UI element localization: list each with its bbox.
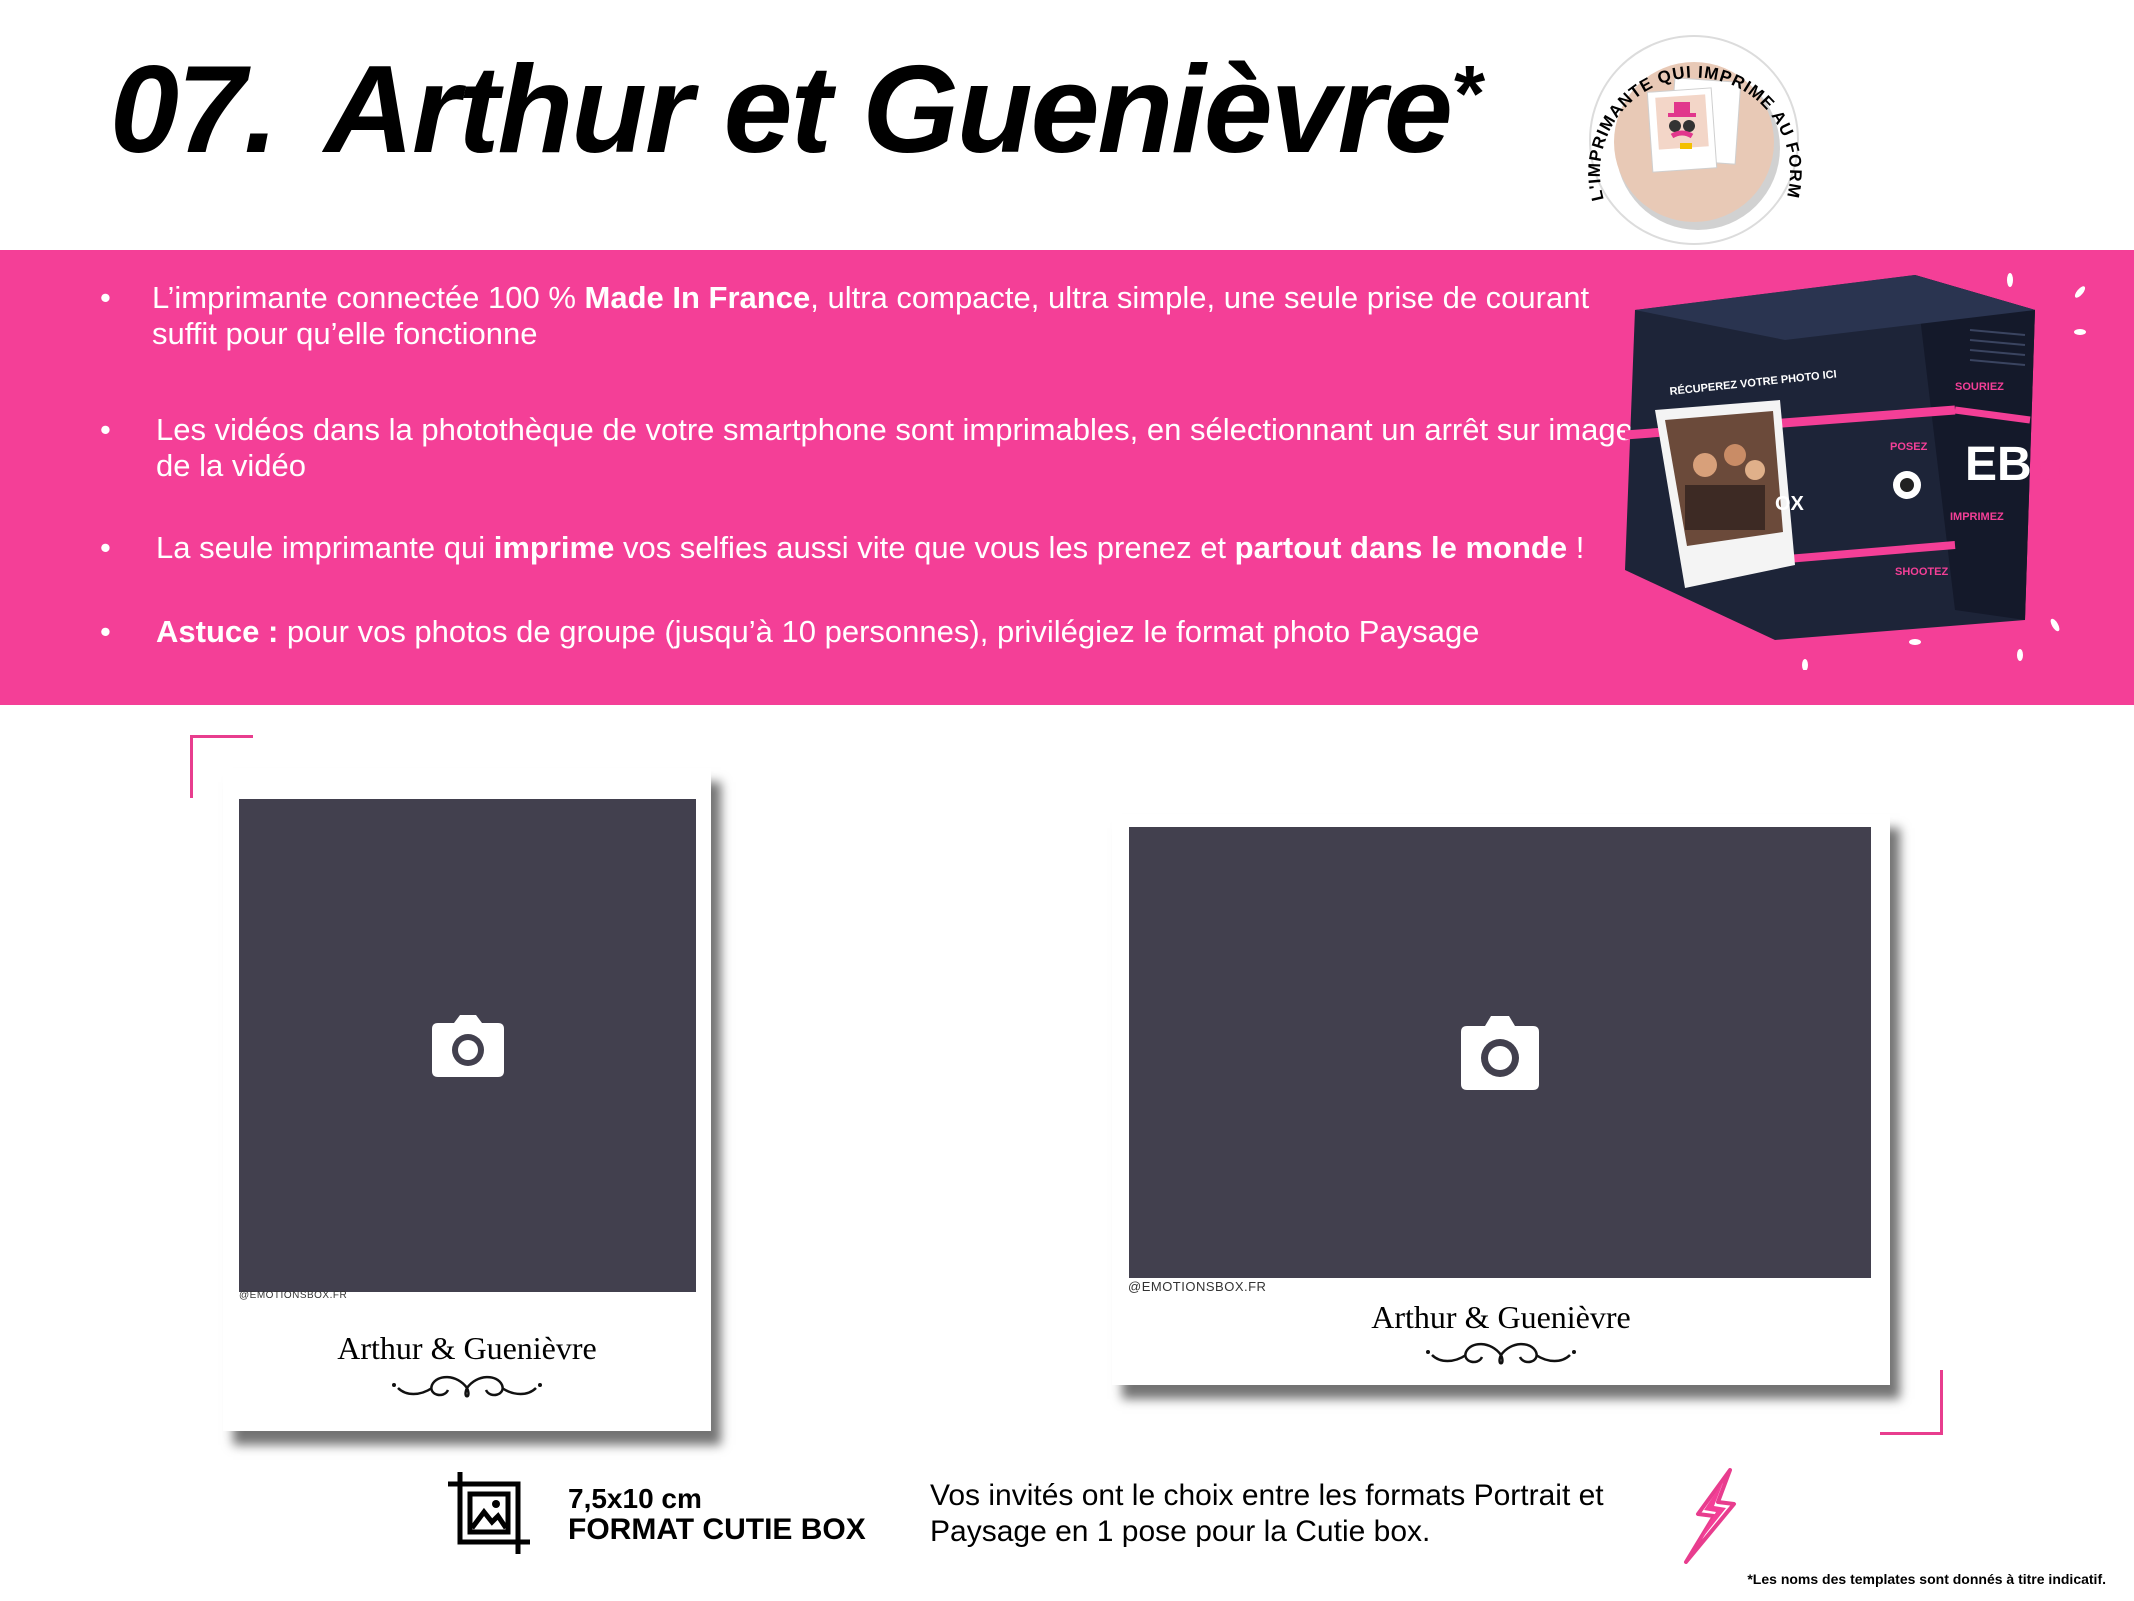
svg-text:IMPRIMEZ: IMPRIMEZ [1950,511,2004,523]
landscape-template: @EMOTIONSBOX.FR Arthur & Guenièvre [1112,814,1890,1385]
feature-text: La seule imprimante qui imprime vos self… [156,530,1585,565]
page-title: 07. Arthur et Guenièvre* [110,48,1482,172]
bullet-dot: • [100,530,111,565]
camera-icon [1461,1015,1539,1090]
printer-logo: EB [1965,438,2032,491]
crop-icon [448,1472,530,1554]
bullet-dot: • [100,412,111,447]
bullet-dot: • [100,280,111,315]
couple-names: Arthur & Guenièvre [1371,1299,1631,1335]
svg-text:SOURIEZ: SOURIEZ [1955,381,2004,393]
camera-icon [431,1014,504,1077]
feature-text: L’imprimante connectée 100 % Made In Fra… [152,280,1590,351]
cutie-box-printer-image: RÉCUPEREZ VOTRE PHOTO ICI EB POSEZ SOURI… [1625,273,2086,670]
instagram-handle: @EMOTIONSBOX.FR [1128,1279,1267,1294]
svg-text:SHOOTEZ: SHOOTEZ [1895,566,1948,578]
template-number: 07. [110,41,278,179]
svg-text:POSEZ: POSEZ [1890,441,1928,453]
flourish-ornament [1426,1342,1576,1365]
svg-text:OX: OX [1775,493,1805,515]
footnote: *Les noms des templates sont donnés à ti… [1747,1571,2106,1587]
flourish-ornament [392,1375,542,1398]
format-size: 7,5x10 cm [568,1483,702,1514]
template-title: Arthur et Guenièvre [324,41,1452,179]
format-name: FORMAT CUTIE BOX [568,1513,866,1546]
landscape-photo-placeholder [1129,827,1871,1278]
feature-text: Les vidéos dans la photothèque de votre … [156,412,1633,483]
portrait-template: @EMOTIONSBOX.FR Arthur & Guenièvre [223,768,711,1431]
polaroid-badge: L'IMPRIMANTE QUI IMPRIME AU FORMAT POLAR… [1560,28,1804,245]
bullet-dot: • [100,614,111,649]
feature-text: Astuce : pour vos photos de groupe (jusq… [156,614,1480,649]
portrait-photo-placeholder [239,799,696,1292]
couple-names: Arthur & Guenièvre [337,1330,597,1366]
lightning-bolt-icon [1684,1468,1736,1564]
title-asterisk: * [1450,49,1482,138]
format-choice-text: Vos invités ont le choix entre les forma… [930,1479,1604,1548]
instagram-handle: @EMOTIONSBOX.FR [239,1290,348,1301]
